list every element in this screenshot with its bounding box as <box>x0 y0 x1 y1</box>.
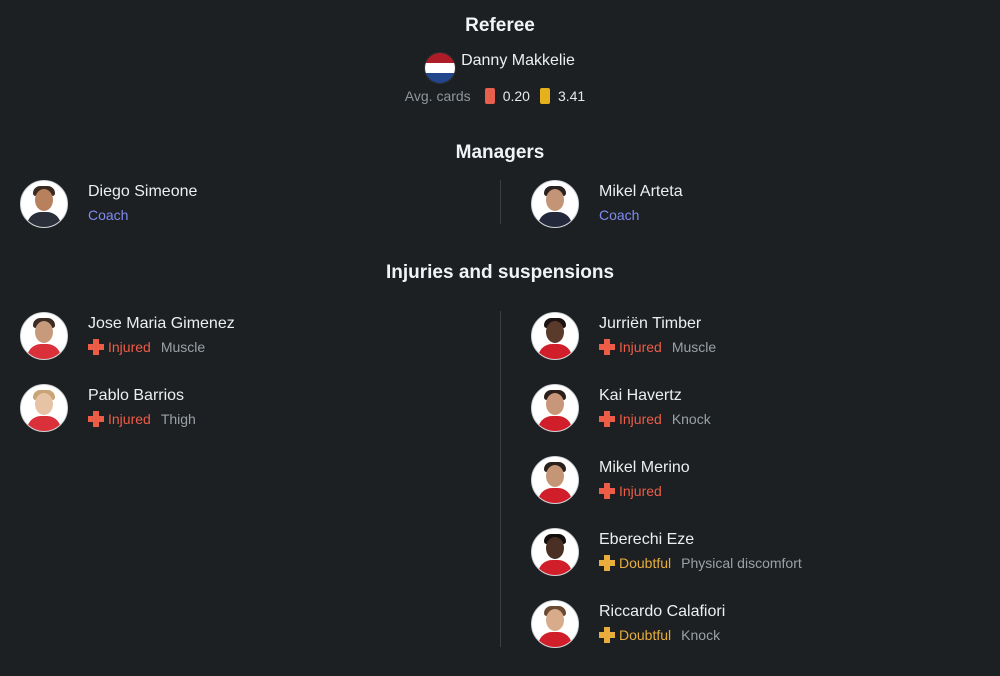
status-label: Injured <box>108 411 151 427</box>
injury-item[interactable]: Eberechi Eze Doubtful Physical discomfor… <box>531 528 802 576</box>
manager-name: Diego Simeone <box>88 183 198 200</box>
manager-role: Coach <box>88 207 129 223</box>
status-label: Injured <box>619 339 662 355</box>
player-name: Mikel Merino <box>599 459 690 476</box>
injury-item[interactable]: Jose Maria Gimenez Injured Muscle <box>20 312 235 360</box>
status-label: Doubtful <box>619 555 672 571</box>
doubtful-cross-icon <box>599 627 615 643</box>
avatar <box>531 528 579 576</box>
referee-section-title: Referee <box>465 15 535 36</box>
injury-item[interactable]: Pablo Barrios Injured Thigh <box>20 384 196 432</box>
red-cards-value: 0.20 <box>502 88 530 104</box>
injury-item[interactable]: Jurriën Timber Injured Muscle <box>531 312 716 360</box>
player-name: Riccardo Calafiori <box>599 603 726 620</box>
avatar <box>531 180 579 228</box>
referee-avg-cards: Avg. cards 0.20 3.41 <box>0 88 1000 104</box>
reason-label: Muscle <box>671 339 717 355</box>
injury-item[interactable]: Mikel Merino Injured <box>531 456 690 504</box>
avatar <box>531 456 579 504</box>
player-name: Kai Havertz <box>599 387 682 404</box>
avatar <box>20 180 68 228</box>
manager-name: Mikel Arteta <box>599 183 683 200</box>
player-name: Eberechi Eze <box>599 531 695 548</box>
status-label: Doubtful <box>619 627 672 643</box>
injuries-section-title: Injuries and suspensions <box>385 262 615 283</box>
avatar <box>20 384 68 432</box>
avg-cards-label: Avg. cards <box>404 88 471 104</box>
status-label: Injured <box>619 483 662 499</box>
avatar <box>20 312 68 360</box>
injury-item[interactable]: Riccardo Calafiori Doubtful Knock <box>531 600 725 648</box>
reason-label: Knock <box>671 411 711 427</box>
red-card-icon <box>484 88 495 104</box>
injuries-divider <box>500 311 501 647</box>
injury-cross-icon <box>88 411 104 427</box>
manager-role: Coach <box>599 207 640 223</box>
referee-row: Danny Makkelie <box>0 52 1000 83</box>
player-name: Pablo Barrios <box>88 387 185 404</box>
avatar <box>531 384 579 432</box>
managers-section-title: Managers <box>455 142 545 163</box>
netherlands-flag-icon <box>425 53 456 83</box>
injury-cross-icon <box>599 411 615 427</box>
reason-label: Knock <box>681 627 721 643</box>
injury-item[interactable]: Kai Havertz Injured Knock <box>531 384 711 432</box>
doubtful-cross-icon <box>599 555 615 571</box>
avatar <box>531 312 579 360</box>
avatar <box>531 600 579 648</box>
reason-label: Muscle <box>160 339 206 355</box>
yellow-card-icon <box>539 88 550 104</box>
status-label: Injured <box>108 339 151 355</box>
injury-cross-icon <box>88 339 104 355</box>
injury-cross-icon <box>599 483 615 499</box>
player-name: Jose Maria Gimenez <box>88 315 235 332</box>
referee-name[interactable]: Danny Makkelie <box>461 52 575 70</box>
manager-home[interactable]: Diego Simeone Coach <box>20 180 197 228</box>
player-name: Jurriën Timber <box>599 315 702 332</box>
manager-away[interactable]: Mikel Arteta Coach <box>531 180 683 228</box>
status-label: Injured <box>619 411 662 427</box>
injury-cross-icon <box>599 339 615 355</box>
yellow-cards-value: 3.41 <box>557 88 586 104</box>
reason-label: Physical discomfort <box>681 555 802 571</box>
reason-label: Thigh <box>160 411 196 427</box>
managers-divider <box>500 180 501 224</box>
